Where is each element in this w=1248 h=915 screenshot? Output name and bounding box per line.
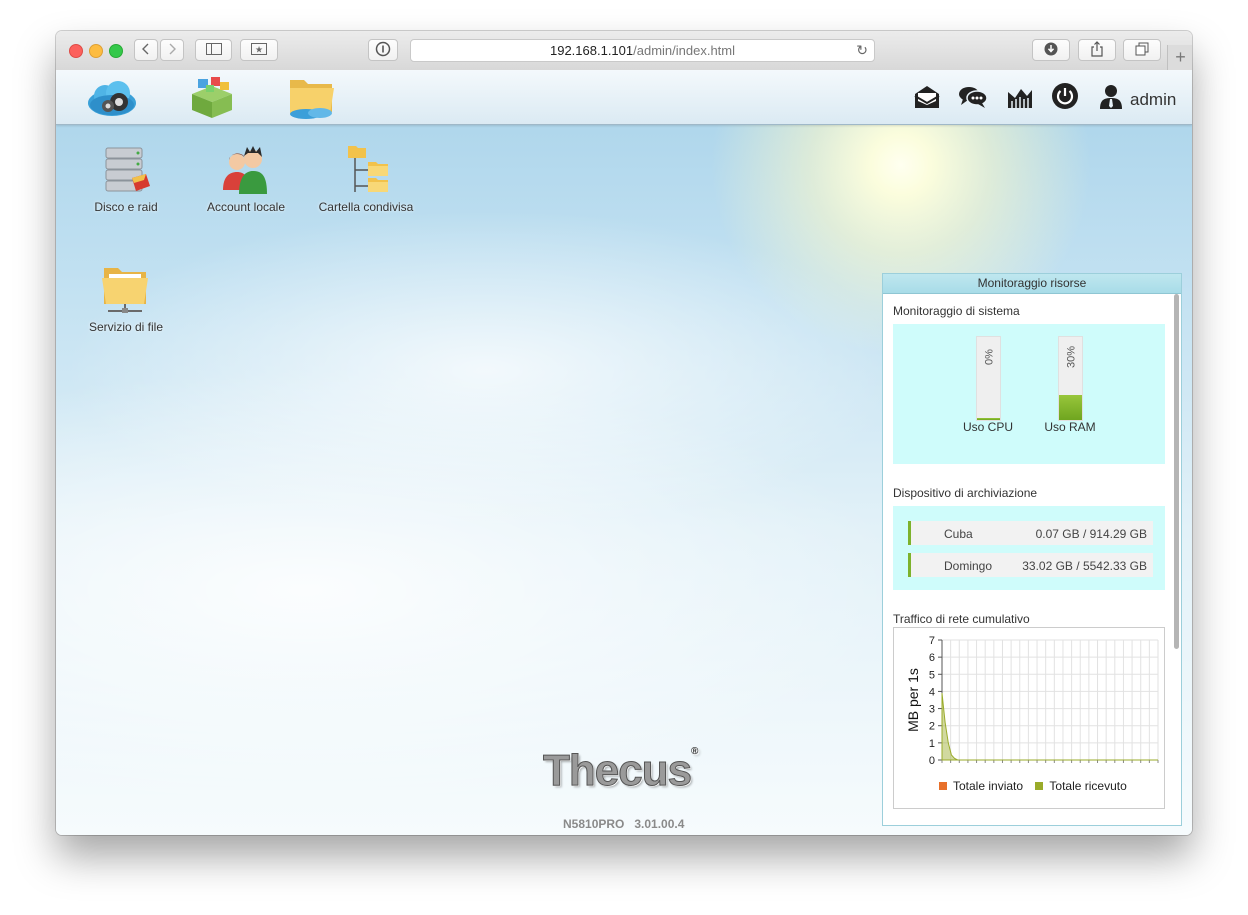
storage-title: Dispositivo di archiviazione xyxy=(893,486,1038,500)
nas-desktop: admin Disco e raid Account locale Cartel… xyxy=(56,70,1192,835)
desktop-item-shared-folder[interactable]: Cartella condivisa xyxy=(301,144,431,214)
desktop-item-label: Servizio di file xyxy=(88,320,164,334)
firmware-version: N5810PRO 3.01.00.4 xyxy=(563,817,685,831)
file-service-icon xyxy=(98,264,154,318)
close-window-button[interactable] xyxy=(69,44,83,58)
forward-icon xyxy=(167,43,177,58)
app-topbar: admin xyxy=(56,70,1192,125)
network-title: Traffico di rete cumulativo xyxy=(893,612,1030,626)
y-tick-label: 3 xyxy=(929,704,935,716)
disk-row[interactable]: Cuba 0.07 GB / 914.29 GB xyxy=(908,521,1153,545)
ram-label: Uso RAM xyxy=(1044,420,1096,434)
back-icon xyxy=(141,43,151,58)
panel-scrollbar[interactable] xyxy=(1174,294,1179,649)
browser-toolbar: ★ 192.168.1.101/admin/index.html ↻ + xyxy=(56,31,1192,71)
disk-row[interactable]: Domingo 33.02 GB / 5542.33 GB xyxy=(908,553,1153,577)
network-chart-svg: 0 1 2 3 4 5 6 7 MB per 1s xyxy=(905,635,1159,767)
message-icon[interactable] xyxy=(913,84,941,110)
y-tick-label: 5 xyxy=(929,669,935,681)
legend-swatch-sent xyxy=(939,782,947,790)
storage-box: Cuba 0.07 GB / 914.29 GB Domingo 33.02 G… xyxy=(893,506,1165,590)
local-account-icon xyxy=(218,144,274,198)
desktop-item-label: Account locale xyxy=(206,200,286,214)
zoom-window-button[interactable] xyxy=(109,44,123,58)
desktop-item-label: Cartella condivisa xyxy=(318,200,414,214)
user-icon[interactable] xyxy=(1099,84,1123,110)
y-tick-label: 7 xyxy=(929,635,935,647)
chart-legend: Totale inviato Totale ricevuto xyxy=(939,779,1127,793)
series-received-area xyxy=(941,693,1158,761)
y-tick-label: 2 xyxy=(929,721,935,733)
disk-raid-icon xyxy=(98,144,154,198)
reader-button[interactable] xyxy=(368,39,398,61)
logo-registered-mark: ® xyxy=(691,746,698,757)
disk-name: Domingo xyxy=(944,559,993,573)
y-tick-label: 0 xyxy=(929,755,935,767)
power-icon[interactable] xyxy=(1051,82,1079,109)
thecus-logo: Thecus® xyxy=(542,746,698,796)
network-chart: 0 1 2 3 4 5 6 7 MB per 1s Totale inviato Totale … xyxy=(893,627,1165,809)
y-axis-label: MB per 1s xyxy=(905,668,921,732)
file-station-icon[interactable] xyxy=(286,76,338,120)
shared-folder-icon xyxy=(338,144,394,198)
new-tab-button[interactable]: + xyxy=(1167,45,1192,70)
desktop-item-local-account[interactable]: Account locale xyxy=(181,144,311,214)
ram-gauge-fill xyxy=(1059,395,1082,420)
ram-percent: 30% xyxy=(1065,345,1078,369)
download-icon xyxy=(1044,42,1058,59)
cloud-settings-icon[interactable] xyxy=(86,76,138,120)
tabs-button[interactable] xyxy=(1123,39,1161,61)
system-monitor-box: 0% Uso CPU 30% Uso RAM xyxy=(893,324,1165,464)
y-tick-label: 4 xyxy=(929,686,935,698)
cpu-gauge: 0% xyxy=(976,336,1001,421)
panel-title[interactable]: Monitoraggio risorse xyxy=(883,274,1181,294)
app-center-icon[interactable] xyxy=(186,76,238,120)
svg-text:★: ★ xyxy=(255,44,263,54)
chat-icon[interactable] xyxy=(958,84,988,110)
resource-monitor-panel[interactable]: Monitoraggio risorse Monitoraggio di sis… xyxy=(882,273,1182,826)
desktop-item-disk-raid[interactable]: Disco e raid xyxy=(61,144,191,214)
legend-received-label: Totale ricevuto xyxy=(1049,779,1127,793)
system-monitor-title: Monitoraggio di sistema xyxy=(893,304,1020,318)
reload-icon[interactable]: ↻ xyxy=(856,40,868,61)
address-bar[interactable]: 192.168.1.101/admin/index.html ↻ xyxy=(410,39,875,62)
address-host: 192.168.1.101 xyxy=(549,43,634,58)
ram-gauge: 30% xyxy=(1058,336,1083,421)
disk-usage: 33.02 GB / 5542.33 GB xyxy=(1022,559,1147,573)
back-button[interactable] xyxy=(134,39,158,61)
cpu-label: Uso CPU xyxy=(962,420,1013,434)
logo-text: Thecus xyxy=(542,746,692,796)
y-tick-label: 6 xyxy=(929,652,935,664)
sidebar-icon xyxy=(205,42,222,58)
forward-button[interactable] xyxy=(160,39,184,61)
y-tick-label: 1 xyxy=(929,738,935,750)
user-name-label[interactable]: admin xyxy=(1130,90,1176,110)
desktop-item-file-service[interactable]: Servizio di file xyxy=(61,264,191,334)
share-button[interactable] xyxy=(1078,39,1116,61)
monitor-icon[interactable] xyxy=(1006,84,1034,110)
tabs-icon xyxy=(1135,42,1149,59)
disk-usage: 0.07 GB / 914.29 GB xyxy=(1035,527,1147,541)
sidebar-button[interactable] xyxy=(195,39,232,61)
downloads-button[interactable] xyxy=(1032,39,1070,61)
address-path: /admin/index.html xyxy=(633,43,736,58)
desktop-item-label: Disco e raid xyxy=(94,200,158,214)
reader-icon xyxy=(375,41,391,60)
bookmarks-icon: ★ xyxy=(251,42,267,58)
disk-name: Cuba xyxy=(944,527,973,541)
minimize-window-button[interactable] xyxy=(89,44,103,58)
share-icon xyxy=(1090,40,1104,60)
legend-swatch-received xyxy=(1035,782,1044,790)
cpu-percent: 0% xyxy=(983,349,996,365)
legend-sent-label: Totale inviato xyxy=(953,779,1024,793)
bookmarks-button[interactable]: ★ xyxy=(240,39,278,61)
browser-window: ★ 192.168.1.101/admin/index.html ↻ + adm… xyxy=(56,31,1192,835)
